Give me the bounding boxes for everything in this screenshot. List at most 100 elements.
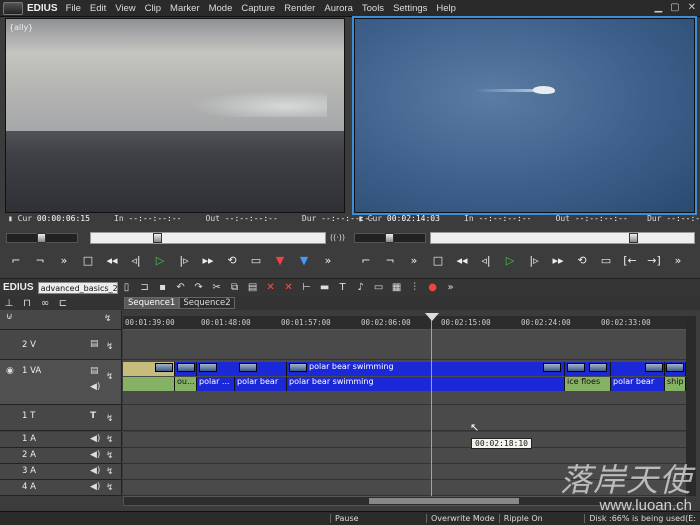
track-header-2v[interactable]: 2 V ▤ ↯ bbox=[0, 330, 122, 360]
video-clip[interactable] bbox=[665, 362, 686, 376]
set-in-icon[interactable]: ⌐ bbox=[6, 251, 26, 269]
track-body-2v[interactable] bbox=[123, 330, 686, 360]
copy-icon[interactable]: ⧉ bbox=[226, 281, 244, 295]
set-in-icon[interactable]: ⌐ bbox=[356, 251, 376, 269]
mic-icon[interactable]: ♪ bbox=[352, 281, 370, 295]
audio-clip[interactable] bbox=[123, 377, 175, 391]
track-header-2a[interactable]: 2 A ◀) ↯ bbox=[0, 448, 122, 464]
audio-clip-ice-floes[interactable]: ice floes bbox=[565, 377, 611, 391]
audio-clip[interactable]: ou... bbox=[175, 377, 197, 391]
recorder-monitor[interactable] bbox=[352, 16, 697, 215]
position-knob[interactable] bbox=[153, 233, 162, 243]
video-clip[interactable] bbox=[175, 362, 197, 376]
track-body-1t[interactable] bbox=[123, 405, 686, 431]
menu-help[interactable]: Help bbox=[436, 3, 456, 14]
sync-icon[interactable]: ↯ bbox=[106, 414, 114, 424]
track-body-1a[interactable] bbox=[123, 432, 686, 448]
shuttle-knob[interactable] bbox=[385, 233, 394, 243]
track-tool-icon[interactable]: ⊓ bbox=[18, 296, 36, 310]
audio-clip-polar-bear-swimming[interactable]: polar bear swimming bbox=[287, 377, 565, 391]
video-clip[interactable] bbox=[565, 362, 611, 376]
tab-sequence2[interactable]: Sequence2 bbox=[179, 297, 235, 309]
step-forward-icon[interactable]: |▹ bbox=[524, 251, 544, 269]
insert-icon[interactable]: ▼ bbox=[270, 251, 290, 269]
menu-edit[interactable]: Edit bbox=[90, 3, 106, 14]
speaker-icon[interactable]: ◀) bbox=[90, 466, 100, 476]
player-shuttle-slider[interactable] bbox=[6, 233, 78, 243]
audio-link-icon[interactable]: ((·)) bbox=[330, 233, 345, 242]
add-edit-icon[interactable]: ⊢ bbox=[298, 281, 316, 295]
rewind-icon[interactable]: ◂◂ bbox=[102, 251, 122, 269]
tab-sequence1[interactable]: Sequence1 bbox=[124, 297, 180, 309]
mixer-icon[interactable]: ⫶ bbox=[406, 281, 424, 295]
set-out-icon[interactable]: ¬ bbox=[30, 251, 50, 269]
menu-clip[interactable]: Clip bbox=[145, 3, 161, 14]
fast-forward-icon[interactable]: ▸▸ bbox=[198, 251, 218, 269]
recorder-shuttle-slider[interactable] bbox=[354, 233, 426, 243]
new-sequence-icon[interactable]: ▯ bbox=[118, 281, 136, 295]
step-back-icon[interactable]: ◃| bbox=[126, 251, 146, 269]
menu-marker[interactable]: Marker bbox=[170, 3, 200, 14]
more-icon[interactable]: » bbox=[404, 251, 424, 269]
transition-icon[interactable]: ▬ bbox=[316, 281, 334, 295]
record-icon[interactable]: ● bbox=[424, 281, 442, 295]
recorder-position-slider[interactable] bbox=[430, 232, 695, 244]
undo-icon[interactable]: ↶ bbox=[172, 281, 190, 295]
sync-icon[interactable]: ↯ bbox=[106, 483, 114, 493]
ripple-delete-icon[interactable]: ✕ bbox=[280, 281, 298, 295]
step-forward-icon[interactable]: |▹ bbox=[174, 251, 194, 269]
link-icon[interactable]: ↯ bbox=[104, 314, 112, 324]
loop-icon[interactable]: ⟲ bbox=[222, 251, 242, 269]
audio-clip[interactable]: polar bear bbox=[611, 377, 665, 391]
rewind-icon[interactable]: ◂◂ bbox=[452, 251, 472, 269]
track-header-3a[interactable]: 3 A ◀) ↯ bbox=[0, 464, 122, 480]
loop-icon[interactable]: ⟲ bbox=[572, 251, 592, 269]
sync-icon[interactable]: ↯ bbox=[106, 372, 114, 382]
track-header-1va[interactable]: ◉ 1 VA ▤ ◀) ↯ bbox=[0, 360, 122, 405]
close-icon[interactable]: ✕ bbox=[688, 2, 696, 13]
sync-icon[interactable]: ↯ bbox=[106, 467, 114, 477]
time-ruler[interactable]: 00:01:39:00 00:01:48:00 00:01:57:00 00:0… bbox=[123, 316, 686, 330]
playhead-icon[interactable] bbox=[425, 313, 439, 321]
track-header-1t[interactable]: 1 T T ↯ bbox=[0, 405, 122, 431]
open-icon[interactable]: ⊐ bbox=[136, 281, 154, 295]
track-header-4a[interactable]: 4 A ◀) ↯ bbox=[0, 480, 122, 496]
position-knob[interactable] bbox=[629, 233, 638, 243]
video-toggle-icon[interactable]: ◉ bbox=[6, 366, 14, 376]
set-out-icon[interactable]: ¬ bbox=[380, 251, 400, 269]
go-in-icon[interactable]: [← bbox=[620, 251, 640, 269]
sync-icon[interactable]: ↯ bbox=[106, 435, 114, 445]
video-clip[interactable] bbox=[123, 362, 175, 376]
speaker-icon[interactable]: ◀) bbox=[90, 482, 100, 492]
menu-capture[interactable]: Capture bbox=[241, 3, 275, 14]
sync-icon[interactable]: ↯ bbox=[106, 451, 114, 461]
track-body-1va[interactable]: polar bear swimming ou... polar ... pola… bbox=[123, 360, 686, 405]
video-clip[interactable] bbox=[611, 362, 665, 376]
menu-tools[interactable]: Tools bbox=[362, 3, 384, 14]
more-icon[interactable]: » bbox=[442, 281, 460, 295]
lock-icon[interactable]: ⊍ bbox=[6, 312, 13, 322]
scroll-thumb[interactable] bbox=[369, 498, 519, 504]
stop-icon[interactable]: □ bbox=[78, 251, 98, 269]
redo-icon[interactable]: ↷ bbox=[190, 281, 208, 295]
audio-clip-ship[interactable]: ship bbox=[665, 377, 686, 391]
save-icon[interactable]: ▪ bbox=[154, 281, 172, 295]
speaker-icon[interactable]: ◀) bbox=[90, 382, 100, 392]
speaker-icon[interactable]: ◀) bbox=[90, 450, 100, 460]
video-track-icon[interactable]: ▤ bbox=[90, 339, 99, 349]
menu-mode[interactable]: Mode bbox=[209, 3, 233, 14]
go-out-icon[interactable]: →] bbox=[644, 251, 664, 269]
grid-icon[interactable]: ▦ bbox=[388, 281, 406, 295]
delete-icon[interactable]: ✕ bbox=[262, 281, 280, 295]
stop-icon[interactable]: □ bbox=[428, 251, 448, 269]
title-icon[interactable]: T bbox=[334, 281, 352, 295]
overwrite-icon[interactable]: ▼ bbox=[294, 251, 314, 269]
title-track-icon[interactable]: T bbox=[90, 411, 96, 421]
menu-view[interactable]: View bbox=[115, 3, 135, 14]
menu-settings[interactable]: Settings bbox=[393, 3, 427, 14]
output-icon[interactable]: ▭ bbox=[246, 251, 266, 269]
more-icon[interactable]: » bbox=[668, 251, 688, 269]
track-tool-icon[interactable]: ∞ bbox=[36, 296, 54, 310]
play-icon[interactable]: ▷ bbox=[500, 251, 520, 269]
more-icon[interactable]: » bbox=[54, 251, 74, 269]
